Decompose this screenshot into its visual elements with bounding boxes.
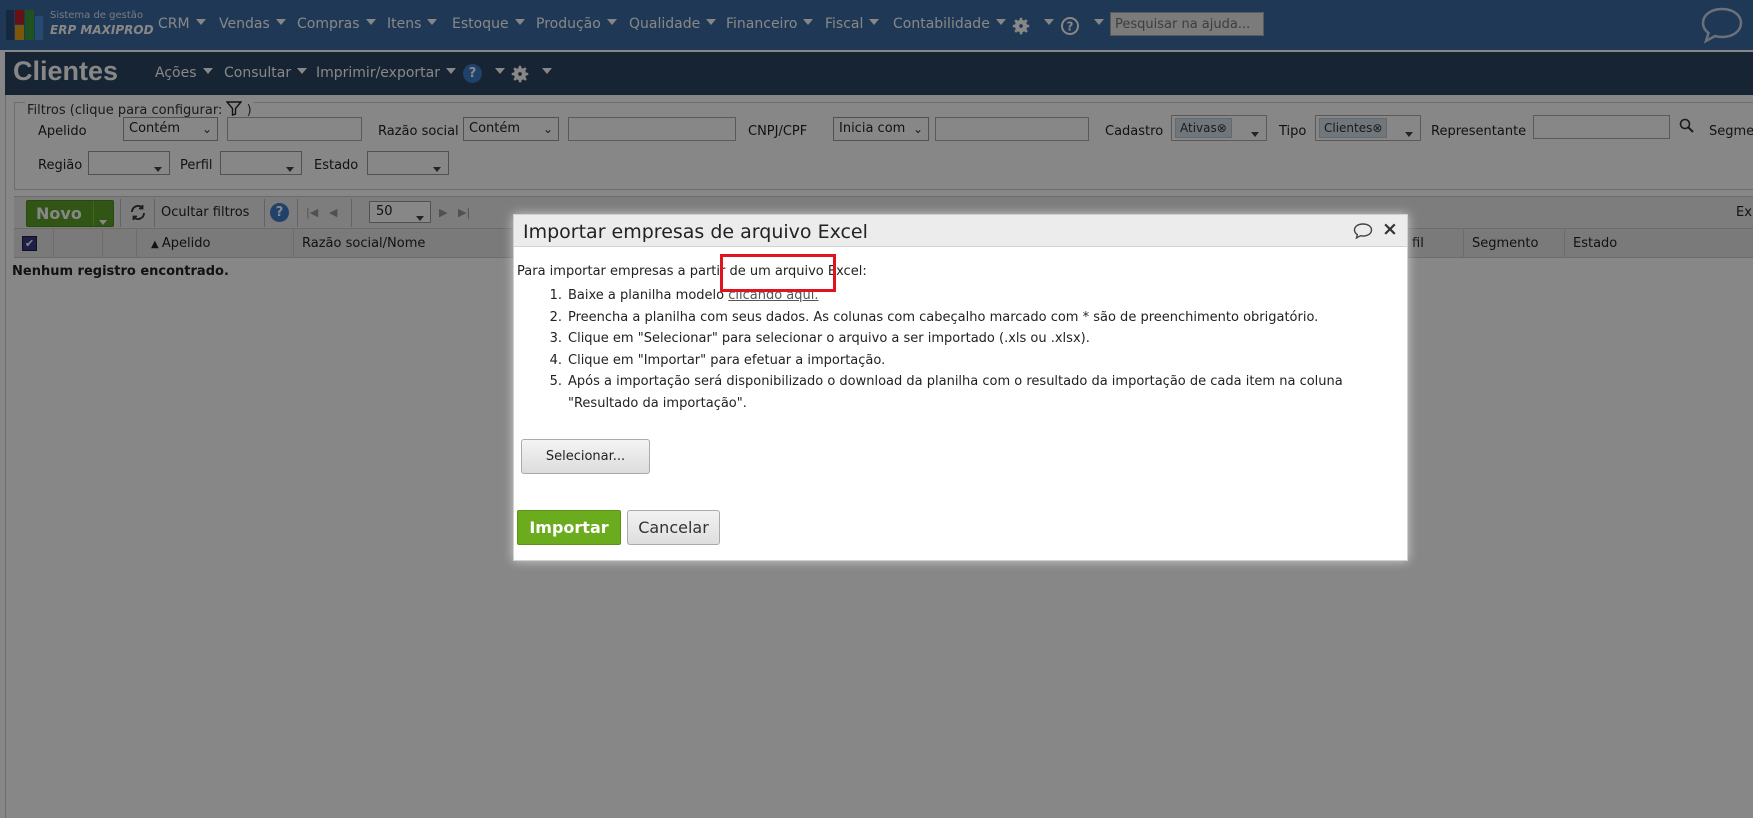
comment-icon[interactable] <box>1353 222 1373 240</box>
import-excel-dialog: Importar empresas de arquivo Excel × Par… <box>513 214 1408 561</box>
import-button[interactable]: Importar <box>517 510 621 545</box>
list-item: 5. Após a importação será disponibilizad… <box>549 374 1343 411</box>
list-item: 1. Baixe a planilha modelo clicando aqui… <box>549 288 819 303</box>
download-template-link[interactable]: clicando aqui. <box>728 288 818 303</box>
dialog-titlebar[interactable]: Importar empresas de arquivo Excel × <box>514 215 1407 247</box>
close-icon[interactable]: × <box>1382 218 1398 240</box>
instructions-list: 1. Baixe a planilha modelo clicando aqui… <box>544 285 1394 414</box>
dialog-intro-text: Para importar empresas a partir de um ar… <box>517 264 867 279</box>
dialog-title: Importar empresas de arquivo Excel <box>523 221 868 243</box>
select-file-button[interactable]: Selecionar... <box>521 439 650 474</box>
list-item: 3. Clique em "Selecionar" para seleciona… <box>549 331 1090 346</box>
list-item: 4. Clique em "Importar" para efetuar a i… <box>549 352 886 368</box>
cancel-button[interactable]: Cancelar <box>627 510 720 545</box>
list-item: 2. Preencha a planilha com seus dados. A… <box>549 309 1319 325</box>
